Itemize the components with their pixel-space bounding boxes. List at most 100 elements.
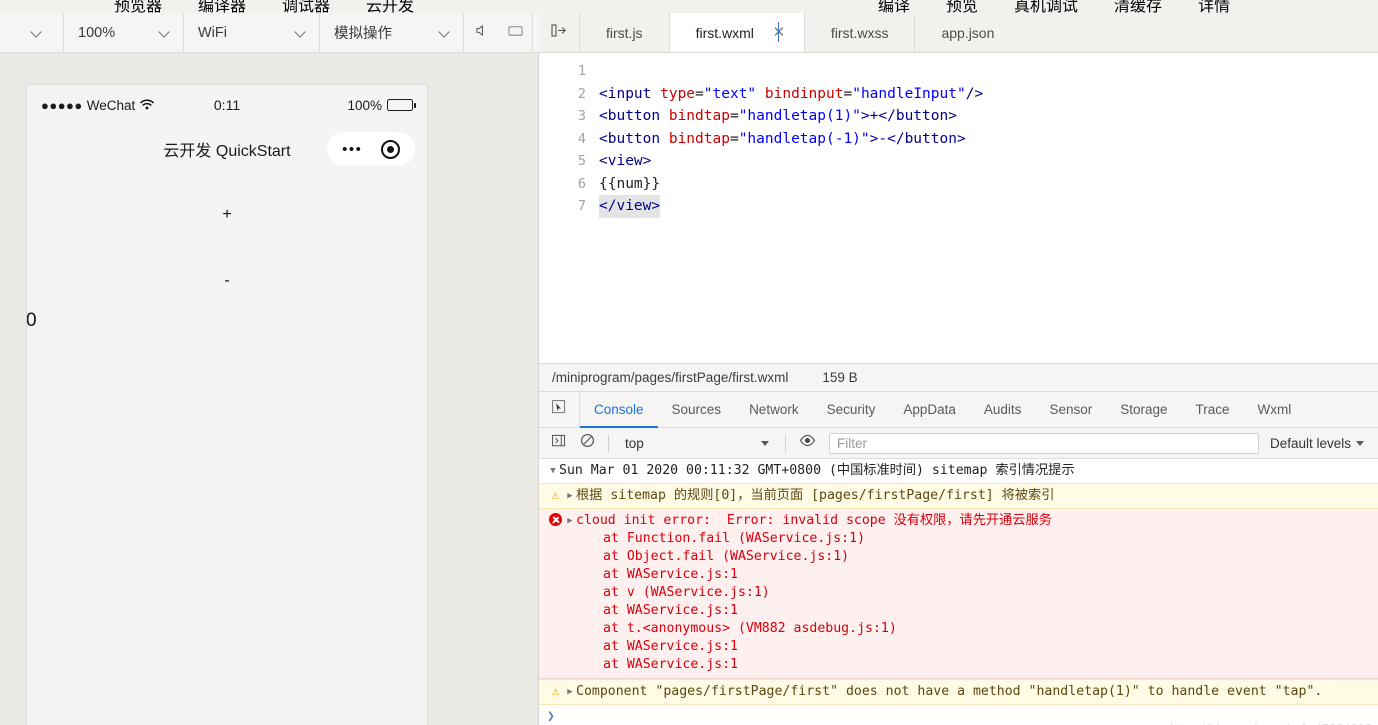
simulate-value: 模拟操作	[334, 26, 392, 42]
device-select[interactable]	[0, 13, 64, 52]
simulate-action-select[interactable]: 模拟操作	[320, 13, 464, 52]
clear-console-button[interactable]	[576, 432, 598, 454]
message-text: cloud init error: Error: invalid scope 没…	[576, 513, 1052, 528]
console-message-warning[interactable]: ⚠ Component "pages/firstPage/first" does…	[539, 679, 1378, 705]
live-expression-button[interactable]	[796, 432, 818, 454]
expand-icon[interactable]	[564, 487, 576, 505]
stack-frame[interactable]: at Function.fail (WAService.js:1)	[547, 530, 1378, 548]
menu-item-clear-cache[interactable]: 清缓存	[1096, 0, 1180, 13]
tab-appdata[interactable]: AppData	[889, 392, 970, 427]
inspect-element-button[interactable]	[539, 392, 580, 427]
menu-item-compile[interactable]: 编译	[860, 0, 928, 13]
zoom-value: 100%	[78, 24, 116, 41]
chevron-down-icon	[439, 27, 451, 39]
stack-frame[interactable]: at WAService.js:1	[547, 602, 1378, 620]
tab-app-json[interactable]: app.json	[915, 13, 1021, 52]
menu-item-preview[interactable]: 预览	[928, 0, 996, 13]
menu-item-details[interactable]: 详情	[1180, 0, 1248, 13]
tab-first-wxss[interactable]: first.wxss	[804, 13, 916, 52]
expand-icon[interactable]	[547, 462, 559, 480]
editor-tabbar: first.js first.wxml ✕ first.wxss app.jso…	[539, 13, 1378, 53]
screen-button[interactable]	[498, 13, 532, 52]
stack-frame[interactable]: at Object.fail (WAService.js:1)	[547, 548, 1378, 566]
console-message-warning[interactable]: ⚠ 根据 sitemap 的规则[0]，当前页面 [pages/firstPag…	[539, 483, 1378, 509]
message-text: Component "pages/firstPage/first" does n…	[576, 684, 1323, 699]
menu-item-3[interactable]: 云开发	[348, 0, 432, 13]
console-output[interactable]: Sun Mar 01 2020 00:11:32 GMT+0800 (中国标准时…	[539, 459, 1378, 725]
line-number: 3	[577, 108, 586, 124]
tab-wxml[interactable]: Wxml	[1244, 392, 1306, 427]
log-levels-select[interactable]: Default levels	[1270, 436, 1370, 451]
stack-frame[interactable]: at v (WAService.js:1)	[547, 584, 1378, 602]
phone-status-bar: ●●●●● WeChat 0:11 100%	[27, 85, 427, 125]
network-select[interactable]: WiFi	[184, 13, 320, 52]
menu-item-remote-debug[interactable]: 真机调试	[996, 0, 1096, 13]
code-attr: bindtap	[660, 108, 730, 124]
chevron-down-icon	[159, 27, 171, 39]
devtools-window: 预览器 编译器 调试器 云开发 编译 预览 真机调试 清缓存 详情 100% W…	[0, 0, 1378, 725]
code-tag: />	[965, 85, 984, 102]
console-message-error[interactable]: cloud init error: Error: invalid scope 没…	[539, 509, 1378, 679]
error-icon	[547, 512, 564, 530]
message-text: Sun Mar 01 2020 00:11:32 GMT+0800 (中国标准时…	[559, 463, 1075, 478]
close-icon[interactable]: ✕	[770, 24, 788, 42]
expand-icon[interactable]	[564, 683, 576, 701]
execution-context-select[interactable]: top	[619, 436, 775, 451]
status-carrier-group: ●●●●● WeChat	[41, 98, 155, 113]
stack-frame[interactable]: at WAService.js:1	[547, 566, 1378, 584]
battery-icon	[387, 99, 416, 111]
menu-item-2[interactable]: 调试器	[264, 0, 348, 13]
line-number: 6	[577, 175, 586, 192]
tab-sensor[interactable]: Sensor	[1035, 392, 1106, 427]
eye-icon	[799, 433, 816, 453]
capsule-buttons[interactable]: •••	[327, 132, 415, 166]
tab-label: app.json	[941, 24, 995, 41]
warning-icon: ⚠	[551, 488, 560, 503]
filter-input[interactable]: Filter	[829, 432, 1259, 454]
expand-icon[interactable]	[564, 512, 576, 530]
sidebar-toggle-button[interactable]	[547, 432, 569, 454]
code-string: "text"	[703, 85, 757, 102]
file-path: /miniprogram/pages/firstPage/first.wxml	[552, 370, 789, 385]
levels-label: Default levels	[1269, 435, 1351, 451]
tab-first-wxml[interactable]: first.wxml ✕	[669, 13, 805, 52]
tab-first-js[interactable]: first.js	[580, 13, 670, 52]
phone-device: ●●●●● WeChat 0:11 100% 云开发 QuickStart ••…	[26, 84, 428, 725]
code-editor[interactable]: 1 2 <input type="text" bindinput="handle…	[539, 53, 1378, 356]
zoom-select[interactable]: 100%	[64, 13, 184, 52]
decrement-button[interactable]: -	[27, 265, 427, 297]
code-line: 4 <button bindtap="handletap(-1)">-</but…	[539, 128, 1378, 151]
context-value: top	[625, 435, 644, 451]
tab-console[interactable]: Console	[580, 392, 658, 428]
speaker-button[interactable]	[464, 13, 498, 52]
more-icon[interactable]: •••	[342, 142, 362, 157]
code-text: <view>	[599, 153, 652, 169]
divider	[608, 434, 609, 452]
tab-trace[interactable]: Trace	[1182, 392, 1244, 427]
menu-item-1[interactable]: 编译器	[180, 0, 264, 13]
tab-network[interactable]: Network	[735, 392, 813, 427]
tab-label: first.wxml	[695, 24, 754, 41]
tab-sources[interactable]: Sources	[658, 392, 736, 427]
target-icon[interactable]	[380, 139, 400, 159]
tab-label: first.wxss	[830, 24, 889, 41]
simulator-panel: ●●●●● WeChat 0:11 100% 云开发 QuickStart ••…	[0, 53, 539, 725]
console-message-info[interactable]: Sun Mar 01 2020 00:11:32 GMT+0800 (中国标准时…	[539, 459, 1378, 483]
tab-storage[interactable]: Storage	[1106, 392, 1181, 427]
line-number: 7	[577, 198, 586, 214]
increment-button[interactable]: +	[27, 199, 427, 231]
stack-frame[interactable]: at WAService.js:1	[547, 656, 1378, 674]
code-string: "handleInput"	[852, 85, 966, 102]
code-op: =	[695, 85, 704, 102]
stack-frame[interactable]: at t.<anonymous> (VM882 asdebug.js:1)	[547, 620, 1378, 638]
file-tree-toggle-button[interactable]	[539, 13, 580, 52]
tab-security[interactable]: Security	[813, 392, 890, 427]
code-line: 5 <view>	[539, 150, 1378, 173]
stack-frame[interactable]: at WAService.js:1	[547, 638, 1378, 656]
tab-audits[interactable]: Audits	[970, 392, 1036, 427]
menu-item-0[interactable]: 预览器	[96, 0, 180, 13]
code-attr: bindtap	[660, 130, 730, 147]
devtools-tabbar: Console Sources Network Security AppData…	[539, 392, 1378, 428]
battery-percent: 100%	[347, 97, 382, 113]
tab-label: first.js	[606, 24, 643, 41]
